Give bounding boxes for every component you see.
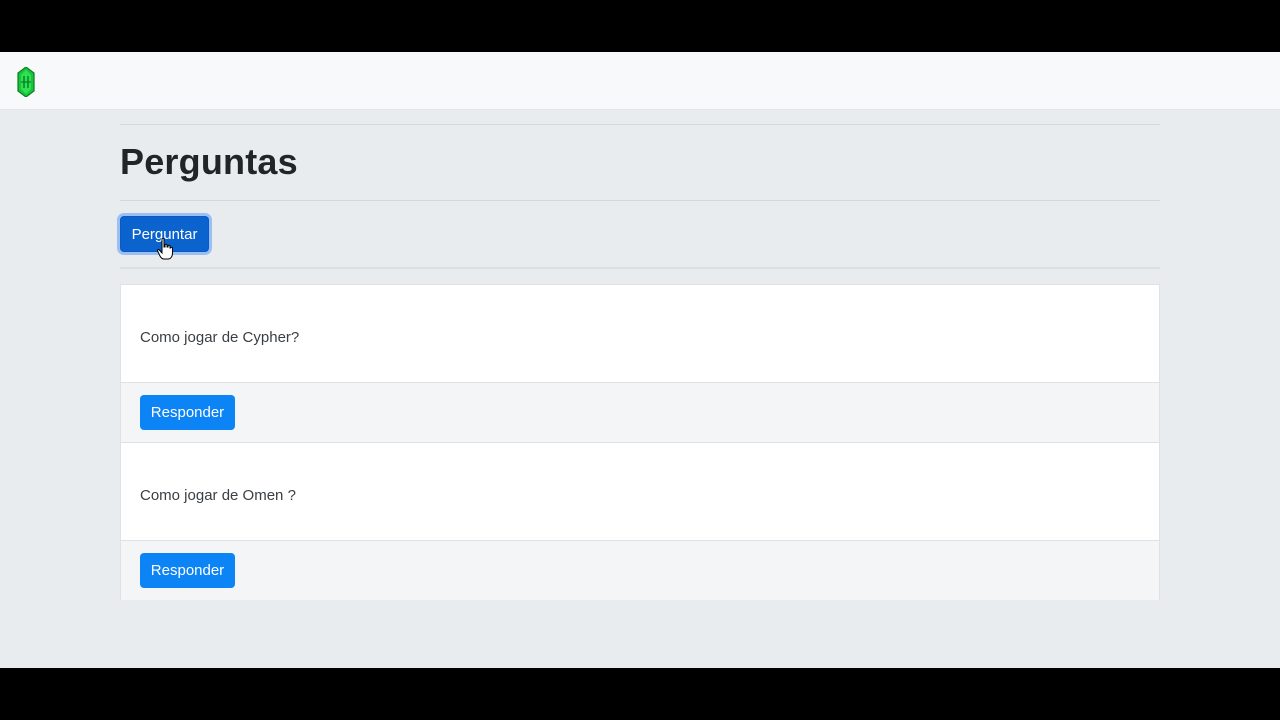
divider (120, 200, 1160, 201)
answer-button[interactable]: Responder (140, 395, 235, 430)
question-card-footer: Responder (121, 540, 1159, 600)
question-card: Como jogar de Cypher? Responder (120, 284, 1160, 442)
letterbox-top (0, 0, 1280, 52)
hand-cursor-icon (157, 238, 173, 260)
divider (120, 267, 1160, 269)
letterbox-bottom (0, 668, 1280, 720)
browser-viewport: Perguntas Perguntar Como jogar de Cypher… (0, 52, 1280, 668)
question-text: Como jogar de Omen ? (140, 487, 296, 504)
question-card: Como jogar de Omen ? Responder (120, 442, 1160, 600)
question-card-footer: Responder (121, 382, 1159, 442)
green-gem-icon (17, 67, 35, 97)
page-title: Perguntas (120, 141, 298, 182)
question-card-body: Como jogar de Omen ? (121, 443, 1159, 540)
answer-button[interactable]: Responder (140, 553, 235, 588)
question-text: Como jogar de Cypher? (140, 329, 300, 346)
divider (120, 124, 1160, 125)
question-card-body: Como jogar de Cypher? (121, 285, 1159, 382)
navbar (0, 52, 1280, 110)
